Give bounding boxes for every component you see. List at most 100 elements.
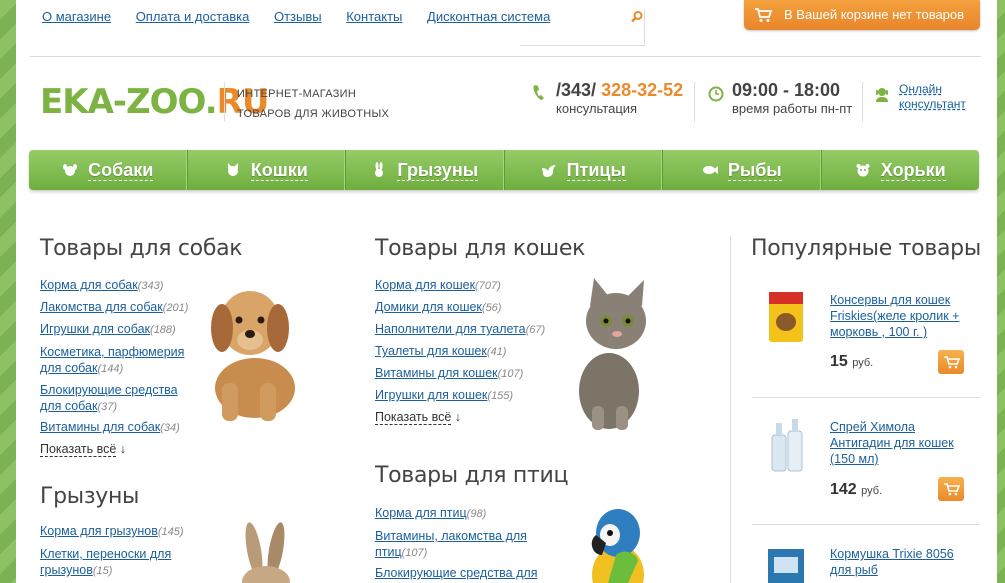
category-link[interactable]: Туалеты для кошек bbox=[375, 344, 487, 358]
list-item: Показать всё ↓ bbox=[375, 407, 565, 428]
search-icon[interactable] bbox=[630, 10, 644, 24]
item-count: (201) bbox=[162, 302, 189, 314]
show-all-button[interactable]: Показать всё bbox=[375, 410, 452, 425]
divider bbox=[730, 236, 731, 583]
price-currency: руб. bbox=[861, 485, 883, 497]
category-dogs[interactable]: Собаки bbox=[29, 150, 188, 190]
product-image[interactable] bbox=[766, 417, 806, 473]
kitten-image bbox=[579, 278, 646, 430]
category-bar: Собаки Кошки Грызуны Птицы Рыбы Хорьки bbox=[29, 150, 979, 190]
product-link[interactable]: Консервы для кошек Friskies(желе кролик … bbox=[830, 292, 970, 340]
item-count: (707) bbox=[475, 280, 501, 292]
section-title-rodents: Грызуны bbox=[40, 484, 140, 509]
show-all-button[interactable]: Показать всё bbox=[40, 442, 117, 457]
logo[interactable]: EKA-ZOO.RU bbox=[40, 82, 269, 122]
category-link[interactable]: Витамины для кошек bbox=[375, 366, 498, 380]
category-link[interactable]: Лакомства для собак bbox=[40, 300, 163, 314]
price-currency: руб. bbox=[852, 357, 874, 369]
product-card: Спрей Химола Антигадин для кошек (150 мл… bbox=[752, 415, 980, 515]
online-consultant-link[interactable]: Онлайн консультант bbox=[899, 82, 979, 112]
item-count: (343) bbox=[137, 280, 164, 292]
logo-text-green: EKA-ZOO. bbox=[40, 82, 218, 122]
category-cats[interactable]: Кошки bbox=[188, 150, 346, 190]
category-ferrets[interactable]: Хорьки bbox=[822, 150, 980, 190]
price-value: 142 bbox=[830, 481, 857, 498]
cart-icon bbox=[944, 356, 961, 369]
nav-reviews[interactable]: Отзывы bbox=[274, 9, 322, 24]
product-price: 15 руб. bbox=[830, 353, 873, 371]
add-to-cart-button[interactable] bbox=[938, 350, 964, 374]
category-link[interactable]: Игрушки для собак bbox=[40, 322, 150, 336]
divider bbox=[862, 82, 863, 122]
nav-contacts[interactable]: Контакты bbox=[346, 9, 402, 24]
category-label: Рыбы bbox=[727, 159, 782, 181]
item-count: (155) bbox=[487, 390, 514, 402]
product-link[interactable]: Кормушка Trixie 8056 для рыб bbox=[830, 546, 970, 578]
section-title-dogs: Товары для собак bbox=[40, 236, 243, 261]
category-link[interactable]: Витамины, лакомства для птиц bbox=[375, 529, 527, 559]
divider bbox=[30, 56, 981, 57]
category-link[interactable]: Игрушки для кошек bbox=[375, 388, 487, 402]
cart-button[interactable]: В Вашей корзине нет товаров bbox=[744, 0, 980, 30]
category-birds[interactable]: Птицы bbox=[505, 150, 663, 190]
page: О магазине Оплата и доставка Отзывы Конт… bbox=[16, 0, 997, 583]
list-item: Лакомства для собак(201) bbox=[40, 297, 200, 319]
divider bbox=[694, 82, 695, 122]
list-item: Игрушки для кошек(155) bbox=[375, 385, 565, 407]
cat-icon bbox=[227, 163, 238, 176]
category-fish[interactable]: Рыбы bbox=[663, 150, 822, 190]
divider bbox=[752, 524, 980, 525]
category-link[interactable]: Наполнители для туалета bbox=[375, 322, 526, 336]
list-item: Косметика, парфюмерия для собак(144) bbox=[40, 341, 200, 379]
item-count: (145) bbox=[157, 526, 184, 538]
item-count: (107) bbox=[401, 547, 428, 559]
work-hours: 09:00 - 18:00 bbox=[732, 80, 841, 100]
product-image[interactable] bbox=[766, 290, 806, 344]
category-link[interactable]: Корма для собак bbox=[40, 278, 138, 292]
arrow-down-icon: ↓ bbox=[119, 442, 127, 456]
fish-icon bbox=[702, 166, 718, 174]
nav-payment-delivery[interactable]: Оплата и доставка bbox=[136, 9, 250, 24]
category-label: Птицы bbox=[566, 159, 626, 181]
nav-about[interactable]: О магазине bbox=[42, 9, 111, 24]
list-item: Корма для кошек(707) bbox=[375, 275, 565, 297]
phone-digits: 328-32-52 bbox=[601, 80, 684, 100]
ferret-icon bbox=[856, 164, 870, 177]
work-hours-caption: время работы пн-пт bbox=[732, 101, 853, 116]
list-item: Витамины для собак(34) bbox=[40, 417, 200, 439]
rabbit-icon bbox=[375, 162, 384, 177]
list-item: Клетки, переноски для грызунов(15) bbox=[40, 543, 200, 579]
add-to-cart-button[interactable] bbox=[938, 477, 964, 501]
category-link[interactable]: Корма для кошек bbox=[375, 278, 475, 292]
search-input[interactable] bbox=[520, 9, 644, 45]
item-count: (67) bbox=[525, 324, 546, 336]
category-link[interactable]: Корма для птиц bbox=[375, 506, 467, 520]
search-box bbox=[520, 9, 645, 46]
arrow-down-icon: ↓ bbox=[454, 410, 462, 424]
price-value: 15 bbox=[830, 353, 848, 370]
product-card: Консервы для кошек Friskies(желе кролик … bbox=[752, 288, 980, 388]
category-link[interactable]: Домики для кошек bbox=[375, 300, 482, 314]
item-count: (15) bbox=[92, 565, 113, 577]
tagline-line2: ТОВАРОВ ДЛЯ ЖИВОТНЫХ bbox=[237, 108, 390, 120]
category-rodents[interactable]: Грызуны bbox=[346, 150, 505, 190]
cat-categories-list: Корма для кошек(707) Домики для кошек(56… bbox=[375, 275, 565, 428]
category-label: Хорьки bbox=[880, 159, 946, 181]
consultant-icon bbox=[876, 88, 888, 102]
category-link[interactable]: Витамины для собак bbox=[40, 420, 160, 434]
product-image[interactable] bbox=[766, 547, 806, 583]
rabbit-image bbox=[242, 522, 290, 583]
item-count: (98) bbox=[466, 508, 487, 520]
list-item: Домики для кошек(56) bbox=[375, 297, 565, 319]
list-item: Корма для птиц(98) bbox=[375, 503, 550, 525]
item-count: (34) bbox=[160, 422, 180, 434]
category-link[interactable]: Корма для грызунов bbox=[40, 524, 158, 538]
list-item: Корма для собак(343) bbox=[40, 275, 200, 297]
list-item: Показать всё ↓ bbox=[40, 439, 200, 460]
divider bbox=[224, 82, 225, 122]
tagline: ИНТЕРНЕТ-МАГАЗИН ТОВАРОВ ДЛЯ ЖИВОТНЫХ bbox=[237, 84, 389, 124]
product-card: Кормушка Trixie 8056 для рыб bbox=[752, 543, 980, 583]
category-label: Грызуны bbox=[397, 159, 479, 181]
product-link[interactable]: Спрей Химола Антигадин для кошек (150 мл… bbox=[830, 419, 970, 467]
category-link[interactable]: Блокирующие средства для bbox=[375, 566, 537, 580]
